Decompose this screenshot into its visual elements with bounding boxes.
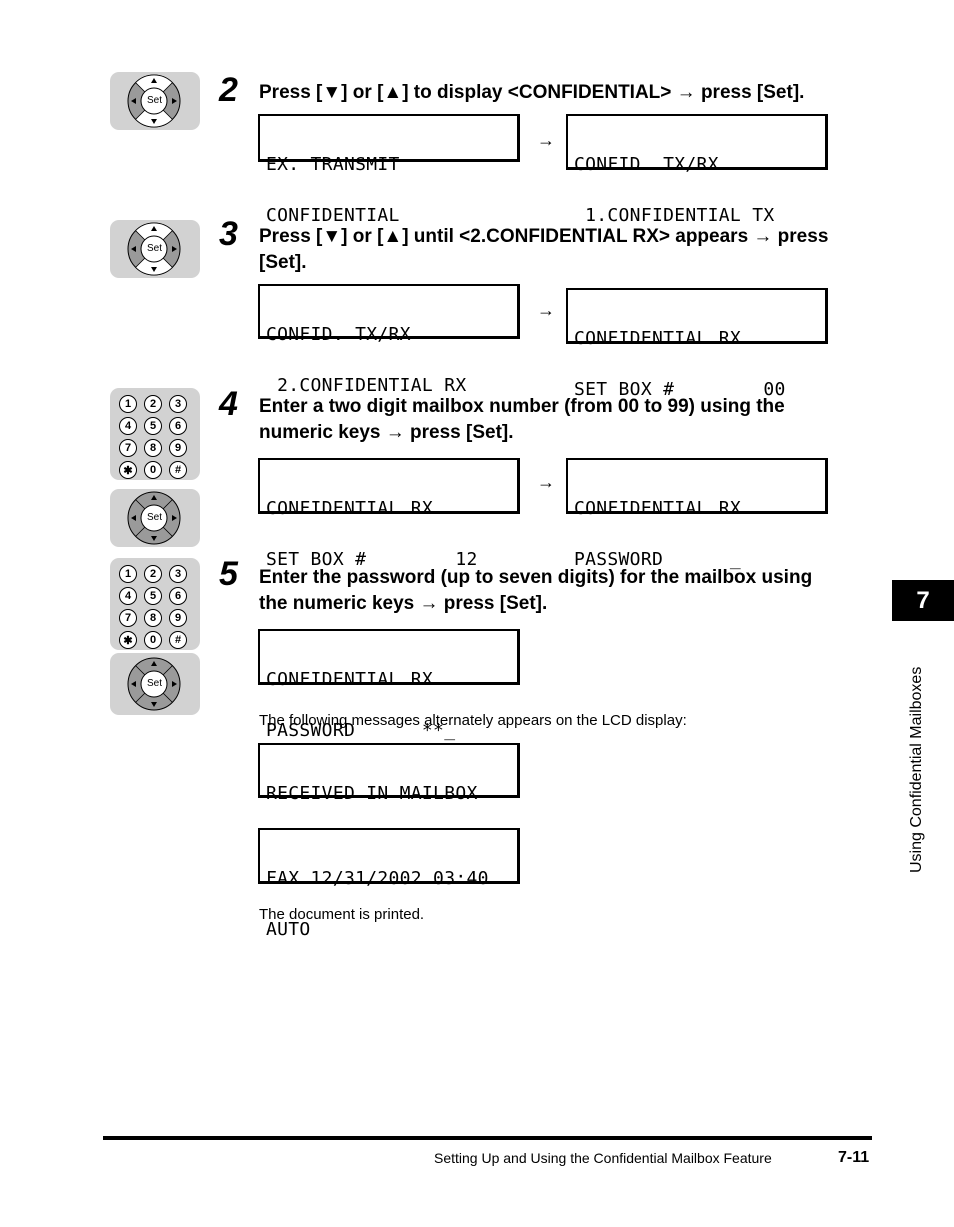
key-7-icon: 7 bbox=[119, 439, 137, 457]
lcd-display: CONFID. TX/RX 2.CONFIDENTIAL RX bbox=[258, 284, 520, 395]
key-4-icon: 4 bbox=[119, 417, 137, 435]
chapter-title: Using Confidential Mailboxes bbox=[908, 666, 925, 873]
numeric-keypad-icon: 1 2 3 4 5 6 7 8 9 ✱ 0 # bbox=[119, 565, 187, 649]
right-arrow-icon: → bbox=[537, 130, 555, 150]
lcd-display: FAX 12/31/2002 03:40 AUTO bbox=[258, 828, 520, 939]
lcd-display: CONFID. TX/RX 1.CONFIDENTIAL TX bbox=[566, 114, 828, 225]
lcd-display: RECEIVED IN MAILBOX bbox=[258, 743, 520, 803]
key-2-icon: 2 bbox=[144, 565, 162, 583]
step-instruction-line: numeric keys → press [Set]. bbox=[259, 422, 514, 443]
lcd-line: CONFIDENTIAL RX bbox=[266, 669, 434, 690]
key-3-icon: 3 bbox=[169, 565, 187, 583]
lcd-line: 2.CONFIDENTIAL RX bbox=[266, 375, 467, 396]
numeric-keypad-icon-panel: 1 2 3 4 5 6 7 8 9 ✱ 0 # bbox=[110, 388, 200, 480]
right-arrow-icon: → bbox=[537, 472, 555, 492]
footer-rule bbox=[103, 1136, 872, 1140]
lcd-line: CONFIDENTIAL RX bbox=[574, 498, 742, 519]
set-label: Set bbox=[147, 243, 163, 254]
key-2-icon: 2 bbox=[144, 395, 162, 413]
step-number: 5 bbox=[219, 555, 238, 593]
key-hash-icon: # bbox=[169, 461, 187, 479]
numeric-keypad-icon: 1 2 3 4 5 6 7 8 9 ✱ 0 # bbox=[119, 395, 187, 479]
step-instruction-line: the numeric keys → press [Set]. bbox=[259, 593, 548, 614]
key-9-icon: 9 bbox=[169, 439, 187, 457]
lcd-line: CONFID. TX/RX bbox=[574, 154, 719, 175]
set-key-icon-panel: Set bbox=[110, 653, 200, 715]
set-key-icon-panel: Set bbox=[110, 489, 200, 547]
key-5-icon: 5 bbox=[144, 417, 162, 435]
key-6-icon: 6 bbox=[169, 587, 187, 605]
key-star-icon: ✱ bbox=[119, 461, 137, 479]
lcd-line: CONFIDENTIAL RX bbox=[574, 328, 742, 349]
lcd-line: FAX 12/31/2002 03:40 bbox=[266, 868, 489, 889]
key-4-icon: 4 bbox=[119, 587, 137, 605]
step-instruction-line: [Set]. bbox=[259, 252, 307, 273]
page-number: 7-11 bbox=[838, 1149, 870, 1166]
step-instruction: Enter a two digit mailbox number (from 0… bbox=[259, 394, 879, 446]
set-key-icon-panel: Set bbox=[110, 72, 200, 130]
step-number: 3 bbox=[219, 215, 238, 253]
key-5-icon: 5 bbox=[144, 587, 162, 605]
chapter-tab: 7 bbox=[892, 580, 954, 621]
footer-section-title: Setting Up and Using the Confidential Ma… bbox=[434, 1150, 772, 1166]
lcd-line: AUTO bbox=[266, 919, 311, 940]
key-0-icon: 0 bbox=[144, 461, 162, 479]
step-instruction: Enter the password (up to seven digits) … bbox=[259, 565, 879, 617]
key-6-icon: 6 bbox=[169, 417, 187, 435]
key-star-icon: ✱ bbox=[119, 631, 137, 649]
key-hash-icon: # bbox=[169, 631, 187, 649]
step-number: 2 bbox=[219, 71, 238, 109]
step-instruction: Press [▼] or [▲] to display <CONFIDENTIA… bbox=[259, 82, 805, 103]
result-text: The document is printed. bbox=[259, 906, 425, 923]
key-1-icon: 1 bbox=[119, 395, 137, 413]
note-text: The following messages alternately appea… bbox=[259, 712, 687, 729]
key-0-icon: 0 bbox=[144, 631, 162, 649]
step-instruction-line: Press [▼] or [▲] until <2.CONFIDENTIAL R… bbox=[259, 226, 829, 247]
key-8-icon: 8 bbox=[144, 439, 162, 457]
lcd-line: CONFIDENTIAL RX bbox=[266, 498, 434, 519]
right-arrow-icon: → bbox=[537, 300, 555, 320]
step-instruction-line: Enter a two digit mailbox number (from 0… bbox=[259, 396, 785, 417]
step-instruction-line: Enter the password (up to seven digits) … bbox=[259, 567, 813, 588]
lcd-display: CONFIDENTIAL RX PASSWORD _ bbox=[566, 458, 828, 569]
key-7-icon: 7 bbox=[119, 609, 137, 627]
set-label: Set bbox=[147, 678, 163, 689]
lcd-display: CONFIDENTIAL RX PASSWORD **_ bbox=[258, 629, 520, 740]
set-key-icon-panel: Set bbox=[110, 220, 200, 278]
step-instruction: Press [▼] or [▲] until <2.CONFIDENTIAL R… bbox=[259, 224, 879, 276]
step-number: 4 bbox=[219, 385, 238, 423]
lcd-line: 1.CONFIDENTIAL TX bbox=[574, 205, 775, 226]
key-1-icon: 1 bbox=[119, 565, 137, 583]
lcd-line: CONFIDENTIAL bbox=[266, 205, 400, 226]
key-8-icon: 8 bbox=[144, 609, 162, 627]
numeric-keypad-icon-panel: 1 2 3 4 5 6 7 8 9 ✱ 0 # bbox=[110, 558, 200, 650]
key-3-icon: 3 bbox=[169, 395, 187, 413]
set-label: Set bbox=[147, 95, 163, 106]
key-9-icon: 9 bbox=[169, 609, 187, 627]
lcd-line: CONFID. TX/RX bbox=[266, 324, 411, 345]
lcd-display: CONFIDENTIAL RX SET BOX # 00 bbox=[566, 288, 828, 399]
set-label: Set bbox=[147, 512, 163, 523]
lcd-display: CONFIDENTIAL RX SET BOX # 12 bbox=[258, 458, 520, 569]
lcd-line: EX. TRANSMIT bbox=[266, 154, 400, 175]
lcd-display: EX. TRANSMIT CONFIDENTIAL bbox=[258, 114, 520, 225]
lcd-line: RECEIVED IN MAILBOX bbox=[266, 783, 478, 804]
